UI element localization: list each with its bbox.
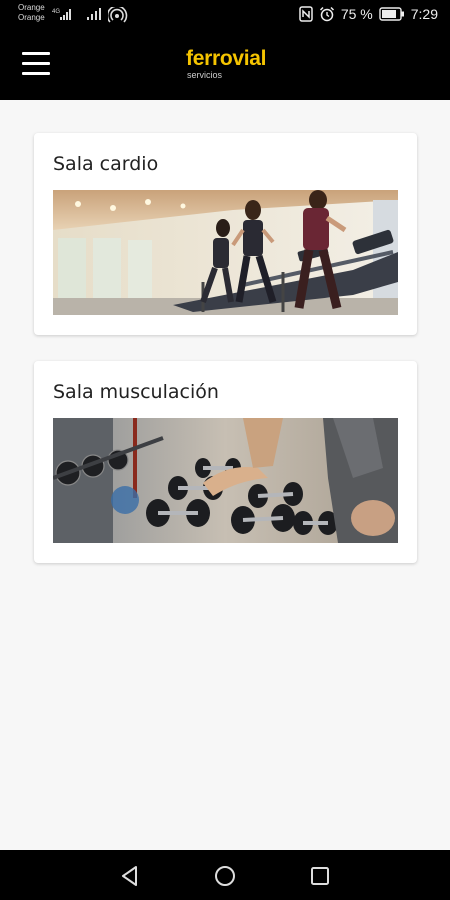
hotspot-icon xyxy=(108,7,128,23)
svg-text:4G: 4G xyxy=(52,9,60,15)
clock: 7:29 xyxy=(410,6,438,22)
battery-percent: 75 % xyxy=(340,6,373,22)
system-nav-bar xyxy=(0,850,450,900)
back-icon xyxy=(122,866,137,886)
status-bar: Orange Orange 4G 75 % 7:29 xyxy=(0,0,450,30)
nfc-icon xyxy=(299,6,313,22)
home-icon xyxy=(215,866,235,886)
menu-icon xyxy=(22,52,50,75)
app-bar: ferrovial servicios xyxy=(0,30,450,100)
back-button[interactable] xyxy=(117,863,143,889)
alarm-icon xyxy=(319,6,334,22)
recent-apps-icon xyxy=(311,867,329,885)
room-card-musculacion[interactable]: Sala musculación xyxy=(34,361,417,563)
carrier-1: Orange xyxy=(18,3,45,12)
cardio-room-image xyxy=(53,190,398,315)
menu-button[interactable] xyxy=(22,52,50,76)
room-card-cardio[interactable]: Sala cardio xyxy=(34,133,417,335)
logo-sub-text: servicios xyxy=(187,70,223,80)
logo-main-text: ferrovial xyxy=(186,47,267,70)
room-title: Sala cardio xyxy=(53,153,159,175)
signal-icon-2 xyxy=(87,8,101,20)
status-icons: 75 % 7:29 xyxy=(299,6,438,22)
signal-icon: 4G xyxy=(52,9,71,20)
recent-apps-button[interactable] xyxy=(307,863,333,889)
room-title: Sala musculación xyxy=(53,381,219,403)
home-button[interactable] xyxy=(212,863,238,889)
carrier-info: Orange Orange xyxy=(18,3,45,23)
battery-icon xyxy=(379,7,404,21)
carrier-2: Orange xyxy=(18,13,45,22)
weights-room-image xyxy=(53,418,398,543)
ferrovial-logo: ferrovial servicios xyxy=(186,47,267,81)
